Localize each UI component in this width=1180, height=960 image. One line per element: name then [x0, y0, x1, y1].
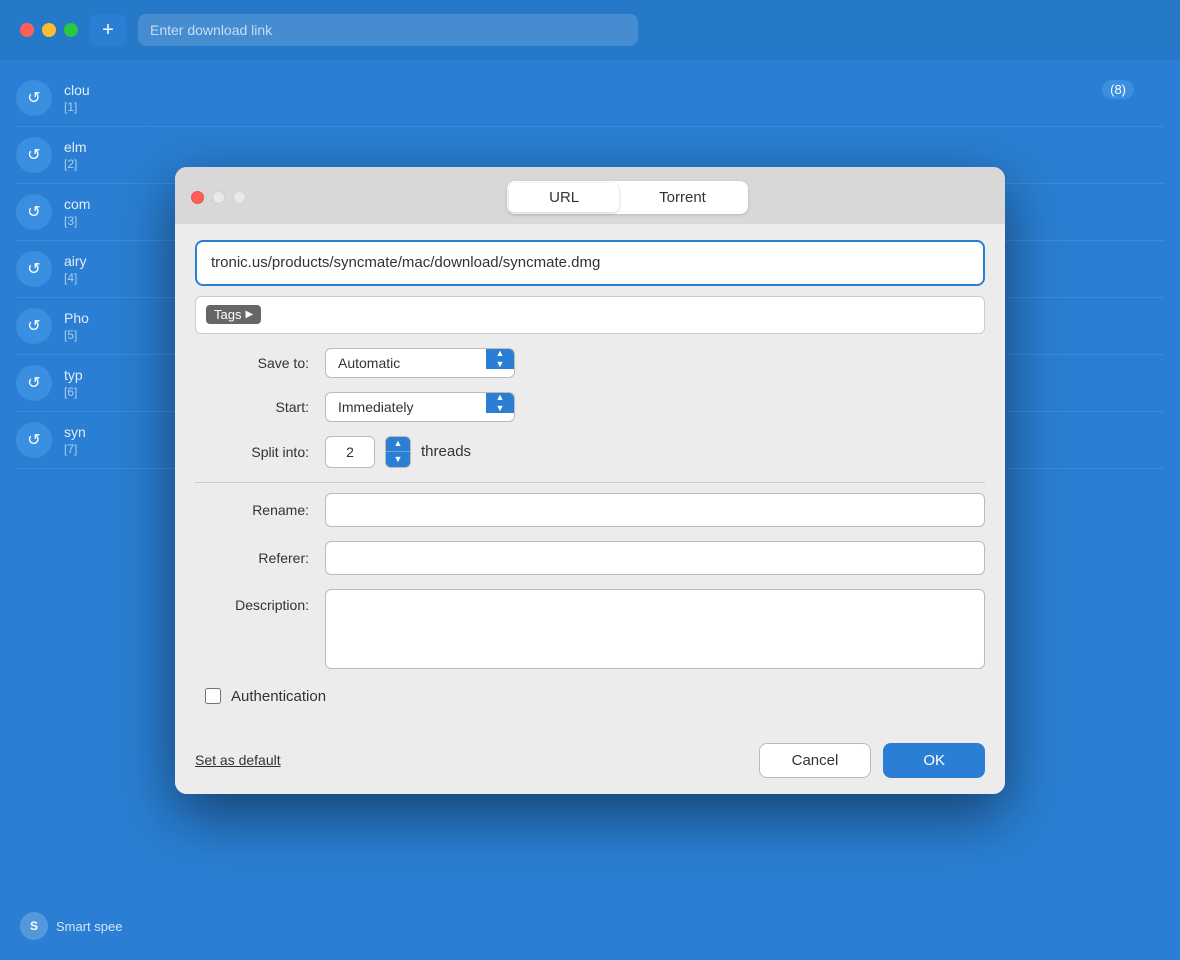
- modal-body: Tags ▶ Save to: Automatic ▲ ▼: [175, 224, 1005, 731]
- tags-input-wrapper[interactable]: Tags ▶: [195, 296, 985, 334]
- modal-close-button[interactable]: [191, 191, 204, 204]
- modal-maximize-button[interactable]: [233, 191, 246, 204]
- cancel-button[interactable]: Cancel: [759, 743, 872, 778]
- tab-url[interactable]: URL: [509, 183, 619, 212]
- modal-traffic-lights: [191, 191, 246, 204]
- save-to-select[interactable]: Automatic ▲ ▼: [325, 348, 515, 378]
- auth-label: Authentication: [231, 688, 326, 705]
- form-section-2: Rename: Referer: Description:: [195, 493, 985, 674]
- save-to-control: Automatic ▲ ▼: [325, 348, 985, 378]
- referer-label: Referer:: [195, 550, 325, 566]
- save-to-arrow-down: ▼: [496, 360, 505, 369]
- description-label: Description:: [195, 589, 325, 613]
- tab-torrent[interactable]: Torrent: [619, 183, 746, 212]
- start-arrow-up: ▲: [496, 393, 505, 402]
- split-value-input[interactable]: [325, 436, 375, 468]
- modal-minimize-button[interactable]: [212, 191, 225, 204]
- rename-row: Rename:: [195, 493, 985, 527]
- save-to-arrows[interactable]: ▲ ▼: [486, 349, 514, 369]
- url-input[interactable]: [195, 240, 985, 286]
- rename-input[interactable]: [325, 493, 985, 527]
- referer-control: [325, 541, 985, 575]
- set-default-button[interactable]: Set as default: [195, 752, 281, 768]
- tags-badge-arrow: ▶: [245, 309, 253, 320]
- split-label: Split into:: [195, 444, 325, 460]
- tags-badge: Tags ▶: [206, 305, 261, 324]
- threads-label: threads: [421, 443, 471, 460]
- stepper-btn-group: ▲ ▼: [385, 436, 411, 468]
- start-select[interactable]: Immediately ▲ ▼: [325, 392, 515, 422]
- save-to-label: Save to:: [195, 355, 325, 371]
- split-row: Split into: ▲ ▼ threads: [195, 436, 985, 468]
- start-value: Immediately: [326, 393, 486, 421]
- save-to-value: Automatic: [326, 349, 486, 377]
- stepper-row: ▲ ▼ threads: [325, 436, 985, 468]
- modal-dialog: URL Torrent Tags ▶: [175, 167, 1005, 794]
- auth-checkbox[interactable]: [205, 688, 221, 704]
- url-input-row: [195, 240, 985, 286]
- modal-footer: Set as default Cancel OK: [175, 731, 1005, 794]
- tab-group: URL Torrent: [507, 181, 748, 214]
- start-row: Start: Immediately ▲ ▼: [195, 392, 985, 422]
- start-arrows[interactable]: ▲ ▼: [486, 393, 514, 413]
- modal-titlebar: URL Torrent: [175, 167, 1005, 224]
- split-control: ▲ ▼ threads: [325, 436, 985, 468]
- divider: [195, 482, 985, 483]
- referer-input[interactable]: [325, 541, 985, 575]
- footer-buttons: Cancel OK: [759, 743, 985, 778]
- tags-row: Tags ▶: [195, 296, 985, 334]
- start-arrow-down: ▼: [496, 404, 505, 413]
- modal-overlay: URL Torrent Tags ▶: [0, 0, 1180, 960]
- auth-row: Authentication: [195, 688, 985, 705]
- start-label: Start:: [195, 399, 325, 415]
- ok-button[interactable]: OK: [883, 743, 985, 778]
- stepper-up[interactable]: ▲: [386, 437, 410, 452]
- stepper-down[interactable]: ▼: [386, 452, 410, 467]
- description-control: [325, 589, 985, 674]
- save-to-row: Save to: Automatic ▲ ▼: [195, 348, 985, 378]
- form-section: Save to: Automatic ▲ ▼ Start:: [195, 348, 985, 468]
- rename-label: Rename:: [195, 502, 325, 518]
- save-to-arrow-up: ▲: [496, 349, 505, 358]
- rename-control: [325, 493, 985, 527]
- description-row: Description:: [195, 589, 985, 674]
- start-control: Immediately ▲ ▼: [325, 392, 985, 422]
- description-textarea[interactable]: [325, 589, 985, 669]
- referer-row: Referer:: [195, 541, 985, 575]
